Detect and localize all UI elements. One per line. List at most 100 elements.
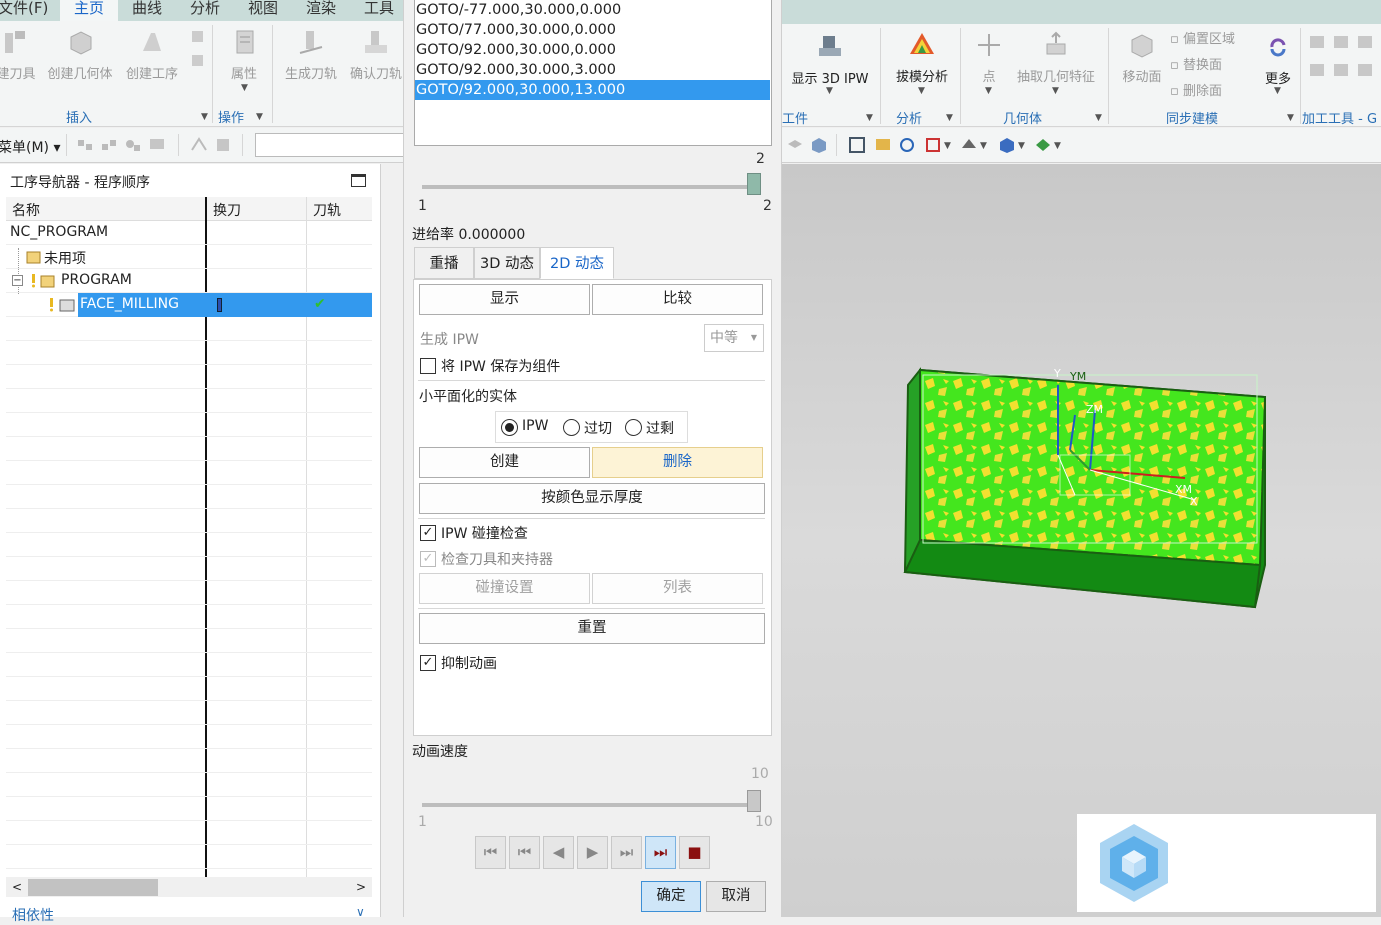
table-row[interactable] xyxy=(6,701,372,725)
tree-node-unused[interactable]: 未用项 xyxy=(44,248,86,268)
fit-icon[interactable] xyxy=(848,136,866,154)
tab-2d-dynamic[interactable]: 2D 动态 xyxy=(540,247,614,279)
caret-icon[interactable]: ▼ xyxy=(1274,86,1281,96)
step-slider-track[interactable] xyxy=(422,185,757,189)
caret-icon[interactable]: ▼ xyxy=(1287,113,1294,123)
table-row[interactable] xyxy=(6,509,372,533)
workpiece-model[interactable] xyxy=(895,355,1285,620)
tab-curve[interactable]: 曲线 xyxy=(128,0,166,21)
verify-toolpath-button[interactable]: 确认刀轨 xyxy=(346,27,406,82)
display-icon[interactable] xyxy=(998,136,1016,154)
ipw-collision-checkbox[interactable]: ✓ xyxy=(420,525,436,541)
ok-button[interactable]: 确定 xyxy=(641,881,701,912)
maximize-icon[interactable] xyxy=(351,174,366,187)
section-icon[interactable] xyxy=(1034,136,1052,154)
step-back-button[interactable]: ⏮ xyxy=(509,836,540,869)
suppress-animation-checkbox[interactable]: ✓ xyxy=(420,655,436,671)
caret-icon[interactable]: ▼ xyxy=(944,141,951,151)
filter-icon[interactable] xyxy=(100,136,118,154)
check-tool-holder-checkbox[interactable]: ✓ xyxy=(420,551,436,567)
extract-geometry-button[interactable]: 抽取几何特征 xyxy=(1012,30,1100,85)
table-row[interactable] xyxy=(6,437,372,461)
radio-ipw[interactable] xyxy=(501,419,518,436)
scrollbar-thumb[interactable] xyxy=(28,879,158,896)
filter-icon[interactable] xyxy=(124,136,142,154)
table-row[interactable] xyxy=(6,533,372,557)
rewind-to-start-button[interactable]: ⏮ xyxy=(475,836,506,869)
speed-slider-track[interactable] xyxy=(422,803,757,807)
group-insert-caret-icon[interactable]: ▼ xyxy=(201,112,208,122)
caret-icon[interactable]: ▼ xyxy=(918,86,925,96)
offset-region-button[interactable]: ▫ 偏置区域 xyxy=(1170,28,1250,47)
caret-icon[interactable]: ▼ xyxy=(985,86,992,96)
speed-slider-thumb[interactable] xyxy=(747,790,761,812)
create-operation-button[interactable]: 创建工序 xyxy=(122,27,182,82)
goto-line-selected[interactable]: GOTO/92.000,30.000,13.000 xyxy=(416,80,625,100)
generate-toolpath-button[interactable]: 生成刀轨 xyxy=(280,27,342,82)
table-row[interactable] xyxy=(6,677,372,701)
tab-replay[interactable]: 重播 xyxy=(414,247,474,279)
render-style-icon[interactable] xyxy=(960,136,978,154)
filter-icon[interactable] xyxy=(148,136,166,154)
goto-line[interactable]: GOTO/92.000,30.000,0.000 xyxy=(416,40,616,60)
table-row[interactable] xyxy=(6,485,372,509)
replace-face-button[interactable]: ▫ 替换面 xyxy=(1170,54,1250,73)
scroll-right-icon[interactable]: > xyxy=(356,880,366,894)
caret-icon[interactable]: ▼ xyxy=(866,113,873,123)
zoom-icon[interactable] xyxy=(874,136,892,154)
move-face-button[interactable]: 移动面 xyxy=(1114,30,1170,85)
table-row[interactable] xyxy=(6,749,372,773)
table-row[interactable] xyxy=(6,581,372,605)
create-geometry-button[interactable]: 创建几何体 xyxy=(44,27,116,82)
point-button[interactable]: 点 xyxy=(972,30,1006,85)
properties-button[interactable]: 属性 xyxy=(222,27,266,82)
rotate-icon[interactable] xyxy=(898,136,916,154)
radio-gouge[interactable] xyxy=(563,419,580,436)
delete-face-button[interactable]: ▫ 删除面 xyxy=(1170,80,1250,99)
dependencies-panel-label[interactable]: 相依性 xyxy=(12,905,54,925)
snap-icon[interactable] xyxy=(190,136,208,154)
cube-icon[interactable] xyxy=(810,136,828,154)
tab-file[interactable]: 文件(F) xyxy=(0,0,52,21)
column-name[interactable]: 名称 xyxy=(12,200,40,220)
caret-icon[interactable]: ▼ xyxy=(1018,141,1025,151)
shaded-icon[interactable] xyxy=(786,136,804,154)
table-row[interactable] xyxy=(6,773,372,797)
thickness-by-color-button[interactable]: 按颜色显示厚度 xyxy=(419,483,765,514)
caret-icon[interactable]: ▼ xyxy=(1095,113,1102,123)
goto-line[interactable]: GOTO/77.000,30.000,0.000 xyxy=(416,20,616,40)
tab-3d-dynamic[interactable]: 3D 动态 xyxy=(474,247,540,279)
delete-button[interactable]: 删除 xyxy=(592,447,763,478)
tree-node-face-milling[interactable]: FACE_MILLING xyxy=(80,296,179,312)
filter-icon[interactable] xyxy=(76,136,94,154)
goto-line[interactable]: GOTO/-77.000,30.000,0.000 xyxy=(416,0,621,20)
create-tool-button[interactable]: 建刀具 xyxy=(0,27,36,82)
reset-button[interactable]: 重置 xyxy=(419,613,765,644)
table-row[interactable] xyxy=(6,389,372,413)
properties-caret-icon[interactable]: ▼ xyxy=(241,83,248,93)
table-row[interactable] xyxy=(6,797,372,821)
table-row[interactable] xyxy=(6,317,372,341)
caret-icon[interactable]: ▼ xyxy=(980,141,987,151)
table-row[interactable] xyxy=(6,845,372,869)
table-row[interactable] xyxy=(6,629,372,653)
create-button[interactable]: 创建 xyxy=(419,447,590,478)
machining-tools-icons[interactable] xyxy=(1308,32,1378,82)
table-row[interactable] xyxy=(6,821,372,845)
goto-line[interactable]: GOTO/92.000,30.000,3.000 xyxy=(416,60,616,80)
table-row[interactable] xyxy=(6,413,372,437)
cancel-button[interactable]: 取消 xyxy=(706,881,766,912)
table-row[interactable] xyxy=(6,461,372,485)
table-row[interactable] xyxy=(6,365,372,389)
display-button[interactable]: 显示 xyxy=(419,284,590,315)
selection-filter-input[interactable] xyxy=(255,133,405,157)
snap-icon[interactable] xyxy=(214,136,232,154)
caret-icon[interactable]: ▼ xyxy=(826,86,833,96)
draft-analysis-button[interactable]: 拔模分析 xyxy=(890,30,954,85)
table-row[interactable] xyxy=(6,725,372,749)
collapse-icon[interactable]: − xyxy=(12,275,23,286)
table-row[interactable] xyxy=(6,341,372,365)
play-forward-button[interactable]: ▶ xyxy=(577,836,608,869)
fast-forward-button[interactable]: ⏭ xyxy=(645,836,676,869)
ipw-resolution-select[interactable]: 中等 ▼ xyxy=(704,324,764,352)
